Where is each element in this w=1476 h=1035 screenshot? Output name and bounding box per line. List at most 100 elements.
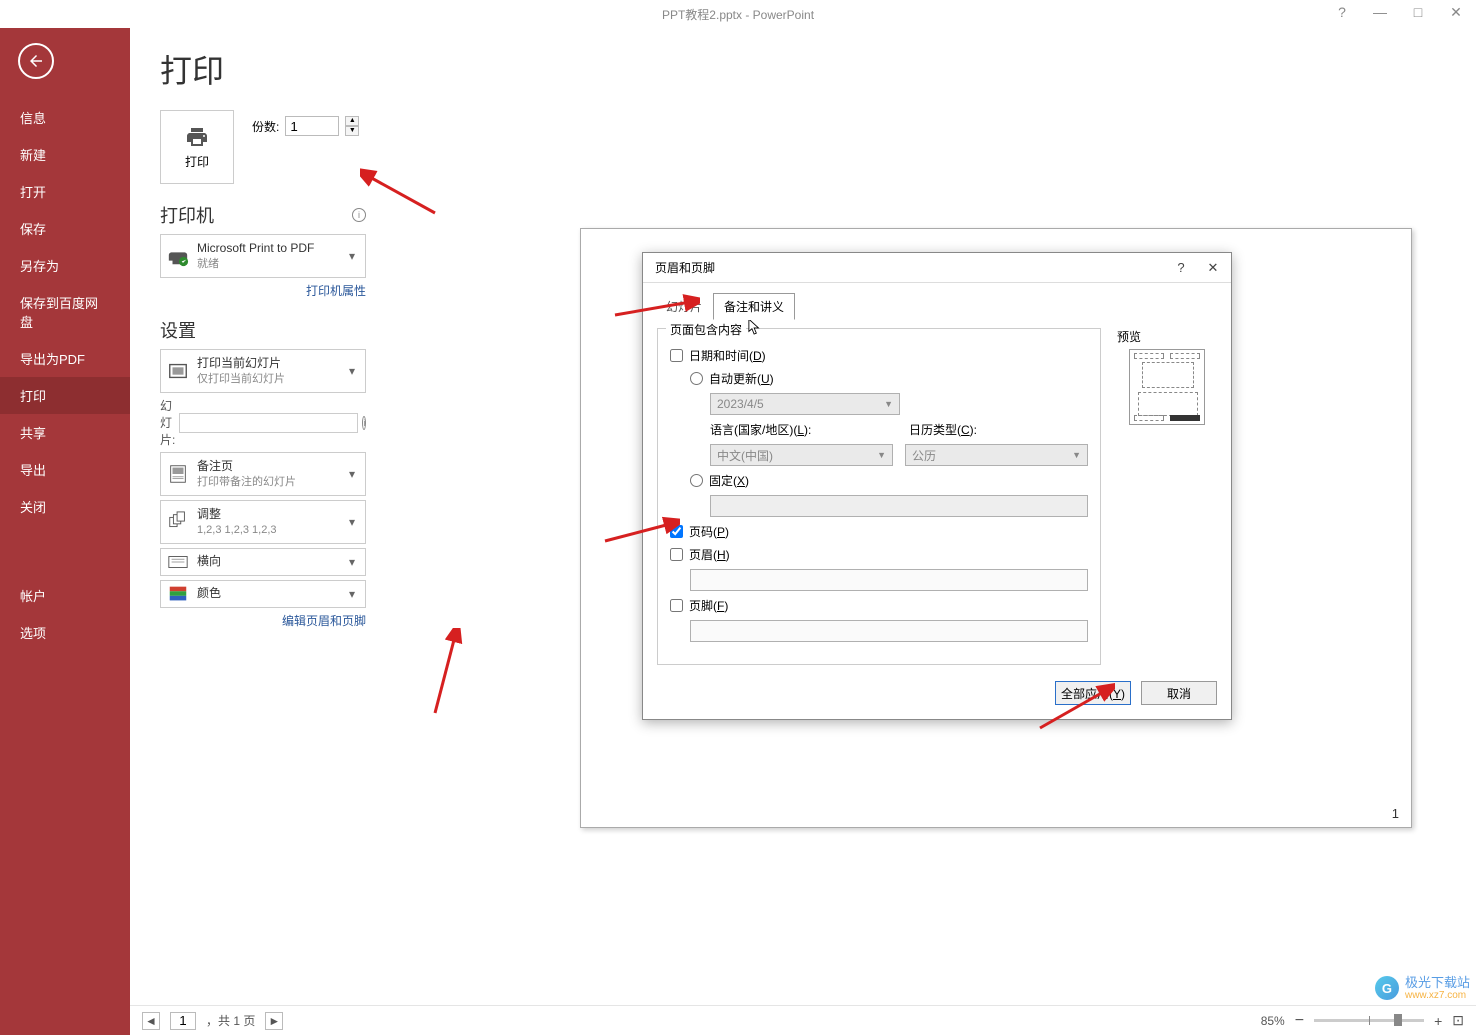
dialog-titlebar[interactable]: 页眉和页脚 ? ✕ xyxy=(643,253,1231,283)
calendar-select[interactable]: 公历▼ xyxy=(905,444,1088,466)
printer-status: 就绪 xyxy=(197,257,341,271)
tab-slides[interactable]: 幻灯片 xyxy=(655,293,713,320)
auto-update-radio[interactable] xyxy=(690,372,703,385)
chevron-down-icon: ▾ xyxy=(349,587,359,601)
chevron-down-icon: ▾ xyxy=(349,249,359,263)
footer-checkbox[interactable] xyxy=(670,599,683,612)
apply-all-button[interactable]: 全部应用(Y) xyxy=(1055,681,1131,705)
language-select[interactable]: 中文(中国)▼ xyxy=(710,444,893,466)
orientation-dropdown[interactable]: 横向 ▾ xyxy=(160,548,366,576)
print-button-label: 打印 xyxy=(185,153,209,170)
backstage-sidebar: 信息 新建 打开 保存 另存为 保存到百度网盘 导出为PDF 打印 共享 导出 … xyxy=(0,28,130,1035)
dialog-tabs: 幻灯片 备注和讲义 xyxy=(643,283,1231,320)
printer-section-title: 打印机 i xyxy=(160,202,366,228)
sidebar-item-info[interactable]: 信息 xyxy=(0,99,130,136)
info-icon[interactable]: i xyxy=(362,416,366,430)
page-input[interactable] xyxy=(170,1012,196,1030)
close-button[interactable]: ✕ xyxy=(1446,4,1466,21)
content-legend: 页面包含内容 xyxy=(666,321,746,338)
printer-dropdown[interactable]: Microsoft Print to PDF 就绪 ▾ xyxy=(160,234,366,278)
zoom-slider[interactable] xyxy=(1314,1019,1424,1022)
color-icon xyxy=(167,583,189,605)
status-bar: ◄ ，共 1 页 ► 85% − + ⊡ xyxy=(130,1005,1476,1035)
notes-layout-dropdown[interactable]: 备注页 打印带备注的幻灯片 ▾ xyxy=(160,452,366,496)
sidebar-item-new[interactable]: 新建 xyxy=(0,136,130,173)
preview-legend: 预览 xyxy=(1117,328,1217,345)
sidebar-item-options[interactable]: 选项 xyxy=(0,614,130,651)
footer-label: 页脚(F) xyxy=(689,597,728,614)
preview-fieldset: 预览 xyxy=(1117,328,1217,428)
header-checkbox[interactable] xyxy=(670,548,683,561)
pagenum-checkbox[interactable] xyxy=(670,525,683,538)
copies-input[interactable] xyxy=(285,116,339,136)
calendar-label: 日历类型(C): xyxy=(909,423,977,437)
fixed-text-input[interactable] xyxy=(710,495,1088,517)
header-label: 页眉(H) xyxy=(689,546,730,563)
preview-thumbnail xyxy=(1129,349,1205,425)
content-fieldset: 页面包含内容 日期和时间(D) 自动更新(U) 2023/4/5▼ xyxy=(657,328,1101,665)
sidebar-item-save[interactable]: 保存 xyxy=(0,210,130,247)
sidebar-item-save-baidu[interactable]: 保存到百度网盘 xyxy=(0,284,130,340)
datetime-checkbox[interactable] xyxy=(670,349,683,362)
pagenum-label: 页码(P) xyxy=(689,523,729,540)
auto-update-label: 自动更新(U) xyxy=(709,370,774,387)
print-button[interactable]: 打印 xyxy=(160,110,234,184)
zoom-in-button[interactable]: + xyxy=(1434,1013,1442,1029)
header-footer-dialog: 页眉和页脚 ? ✕ 幻灯片 备注和讲义 页面包含内容 日期和时间(D) xyxy=(642,252,1232,720)
spin-down[interactable]: ▼ xyxy=(345,126,359,136)
fixed-label: 固定(X) xyxy=(709,472,749,489)
sidebar-item-share[interactable]: 共享 xyxy=(0,414,130,451)
color-dropdown[interactable]: 颜色 ▾ xyxy=(160,580,366,608)
date-select[interactable]: 2023/4/5▼ xyxy=(710,393,900,415)
chevron-down-icon: ▾ xyxy=(349,515,359,529)
window-title: PPT教程2.pptx - PowerPoint xyxy=(662,6,814,23)
sidebar-item-print[interactable]: 打印 xyxy=(0,377,130,414)
dialog-close-button[interactable]: ✕ xyxy=(1203,260,1223,276)
watermark: G 极光下载站 www.xz7.com xyxy=(1375,976,1470,1001)
prev-page-button[interactable]: ◄ xyxy=(142,1012,160,1030)
sidebar-item-open[interactable]: 打开 xyxy=(0,173,130,210)
slide-range-dropdown[interactable]: 打印当前幻灯片 仅打印当前幻灯片 ▾ xyxy=(160,349,366,393)
collate-icon xyxy=(167,511,189,533)
dialog-title: 页眉和页脚 xyxy=(655,259,715,276)
watermark-url: www.xz7.com xyxy=(1405,990,1470,1001)
sidebar-item-export[interactable]: 导出 xyxy=(0,451,130,488)
next-page-button[interactable]: ► xyxy=(265,1012,283,1030)
window-controls: ? — □ ✕ xyxy=(1322,0,1476,25)
printer-ready-icon xyxy=(167,245,189,267)
zoom-label: 85% xyxy=(1261,1014,1285,1028)
orientation-icon xyxy=(167,551,189,573)
info-icon[interactable]: i xyxy=(352,208,366,222)
spin-up[interactable]: ▲ xyxy=(345,116,359,126)
edit-header-footer-link[interactable]: 编辑页眉和页脚 xyxy=(160,612,366,629)
tab-notes-handouts[interactable]: 备注和讲义 xyxy=(713,293,795,320)
fixed-radio[interactable] xyxy=(690,474,703,487)
zoom-fit-button[interactable]: ⊡ xyxy=(1452,1012,1464,1029)
maximize-button[interactable]: □ xyxy=(1408,4,1428,21)
sidebar-item-saveas[interactable]: 另存为 xyxy=(0,247,130,284)
page-count-label: ，共 1 页 xyxy=(206,1012,255,1029)
sidebar-item-close[interactable]: 关闭 xyxy=(0,488,130,525)
slides-input[interactable] xyxy=(179,413,358,433)
collate-dropdown[interactable]: 调整 1,2,3 1,2,3 1,2,3 ▾ xyxy=(160,500,366,544)
cancel-button[interactable]: 取消 xyxy=(1141,681,1217,705)
sidebar-item-export-pdf[interactable]: 导出为PDF xyxy=(0,340,130,377)
footer-text-input[interactable] xyxy=(690,620,1088,642)
slide-range-icon xyxy=(167,360,189,382)
help-button[interactable]: ? xyxy=(1332,4,1352,21)
dialog-help-button[interactable]: ? xyxy=(1171,260,1191,276)
printer-name: Microsoft Print to PDF xyxy=(197,241,341,257)
minimize-button[interactable]: — xyxy=(1370,4,1390,21)
header-text-input[interactable] xyxy=(690,569,1088,591)
chevron-down-icon: ▾ xyxy=(349,555,359,569)
copies-label: 份数: xyxy=(252,118,279,135)
chevron-down-icon: ▾ xyxy=(349,364,359,378)
notes-page-icon xyxy=(167,463,189,485)
slides-label: 幻灯片: xyxy=(160,397,175,448)
sidebar-item-account[interactable]: 帐户 xyxy=(0,577,130,614)
page-title: 打印 xyxy=(160,46,1446,92)
printer-properties-link[interactable]: 打印机属性 xyxy=(160,282,366,299)
back-button[interactable] xyxy=(18,43,54,79)
printer-icon xyxy=(183,125,211,149)
zoom-out-button[interactable]: − xyxy=(1295,1012,1304,1030)
